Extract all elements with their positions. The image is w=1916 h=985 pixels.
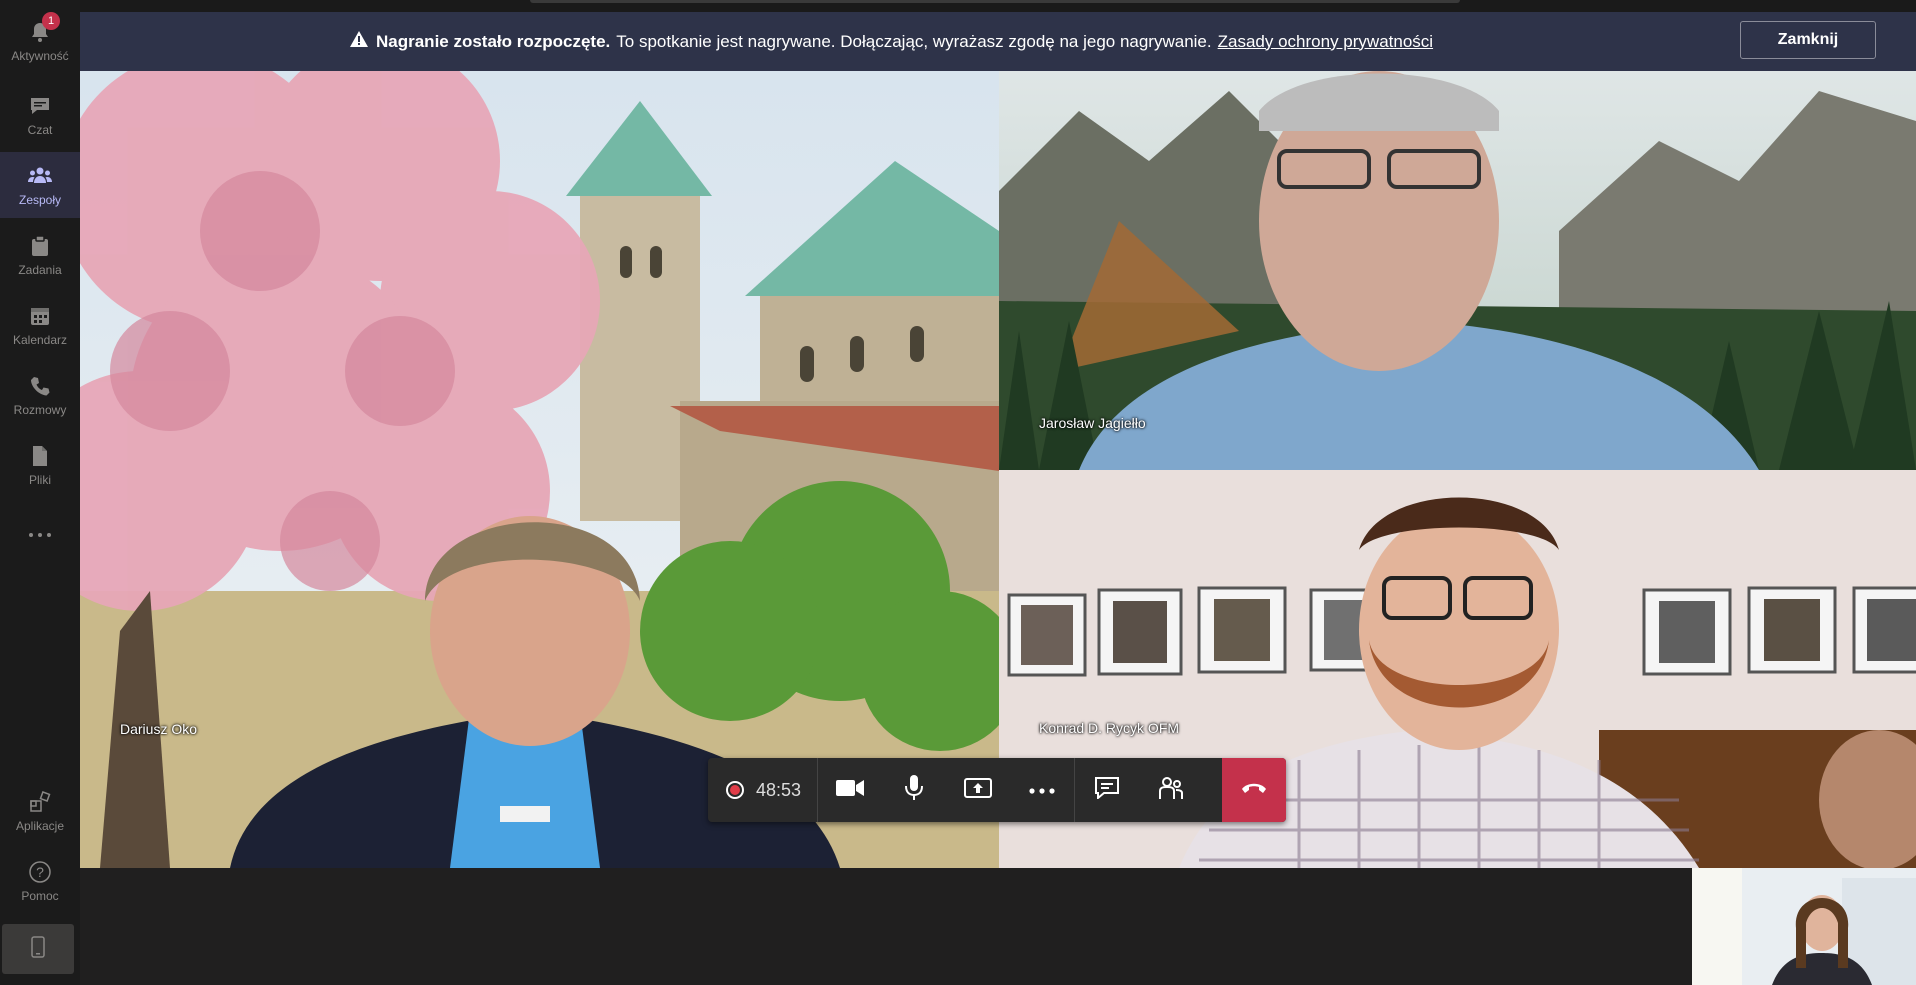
hang-up-button[interactable] (1222, 758, 1286, 822)
banner-text: To spotkanie jest nagrywane. Dołączając,… (616, 31, 1212, 51)
rail-label: Czat (27, 123, 53, 137)
record-icon (726, 781, 744, 799)
participants-icon (1158, 776, 1184, 805)
more-icon (1029, 781, 1055, 799)
recording-banner: Nagranie zostało rozpoczęte. To spotkani… (80, 12, 1916, 71)
chat-icon (1095, 776, 1120, 804)
svg-text:?: ? (36, 864, 44, 880)
microphone-button[interactable] (882, 758, 946, 822)
rail-label: Rozmowy (13, 403, 67, 417)
show-conversation-button[interactable] (1075, 758, 1139, 822)
show-participants-button[interactable] (1139, 758, 1203, 822)
rail-item-chat[interactable]: Czat (0, 82, 80, 148)
rail-item-tasks[interactable]: Zadania (0, 222, 80, 288)
mobile-phone-icon (31, 935, 45, 963)
rail-label: Kalendarz (12, 333, 68, 347)
microphone-icon (905, 774, 924, 806)
call-controls: 48:53 (708, 758, 1286, 822)
self-video-preview[interactable] (1692, 868, 1916, 985)
participant-name: Jarosław Jagiełło (1039, 415, 1146, 431)
chat-icon (27, 93, 53, 119)
title-bar (80, 0, 1916, 12)
rail-item-calls[interactable]: Rozmowy (0, 362, 80, 428)
teams-icon (27, 163, 53, 189)
rail-label: Pliki (28, 473, 51, 487)
banner-title: Nagranie zostało rozpoczęte. (376, 31, 611, 51)
rail-item-more[interactable] (0, 502, 80, 568)
call-timer: 48:53 (756, 779, 802, 800)
help-icon: ? (27, 859, 53, 885)
apps-icon (27, 789, 53, 815)
self-video-feed (1692, 868, 1916, 985)
video-feed (80, 71, 999, 868)
privacy-link[interactable]: Zasady ochrony prywatności (1218, 32, 1433, 52)
video-tile-participant-2[interactable]: Jarosław Jagiełło (999, 71, 1916, 470)
notification-badge: 1 (42, 12, 60, 30)
rail-label: Aktywność (11, 49, 69, 63)
banner-message: Nagranie zostało rozpoczęte. To spotkani… (350, 12, 1433, 71)
camera-button[interactable] (818, 758, 882, 822)
share-screen-button[interactable] (946, 758, 1010, 822)
warning-icon (350, 31, 368, 52)
rail-label: Aplikacje (15, 819, 65, 833)
rail-item-apps[interactable]: Aplikacje (0, 778, 80, 844)
mobile-app-button[interactable] (2, 924, 74, 974)
camera-icon (836, 779, 865, 802)
video-feed (999, 71, 1916, 470)
participant-name: Konrad D. Rycyk OFM (1039, 720, 1180, 736)
participant-name: Dariusz Oko (120, 721, 198, 737)
close-banner-button[interactable]: Zamknij (1740, 21, 1876, 59)
rail-label: Zespoły (18, 193, 62, 207)
app-rail: 1 Aktywność Czat Zespoły Zadania Kalenda… (0, 0, 80, 985)
share-screen-icon (964, 776, 993, 805)
recording-indicator: 48:53 (708, 758, 817, 822)
rail-item-help[interactable]: ? Pomoc (0, 848, 80, 914)
hang-up-icon (1241, 781, 1267, 799)
rail-item-files[interactable]: Pliki (0, 432, 80, 498)
rail-item-activity[interactable]: 1 Aktywność (0, 8, 80, 74)
rail-label: Pomoc (21, 889, 59, 903)
video-tile-participant-1[interactable]: Dariusz Oko (80, 71, 999, 868)
rail-item-calendar[interactable]: Kalendarz (0, 292, 80, 358)
file-icon (27, 443, 53, 469)
phone-icon (27, 373, 53, 399)
rail-label: Zadania (18, 263, 62, 277)
more-icon (27, 522, 53, 548)
tasks-icon (27, 233, 53, 259)
rail-item-teams[interactable]: Zespoły (0, 152, 80, 218)
search-bar[interactable] (530, 0, 1460, 3)
more-actions-button[interactable] (1010, 758, 1074, 822)
calendar-icon (27, 303, 53, 329)
